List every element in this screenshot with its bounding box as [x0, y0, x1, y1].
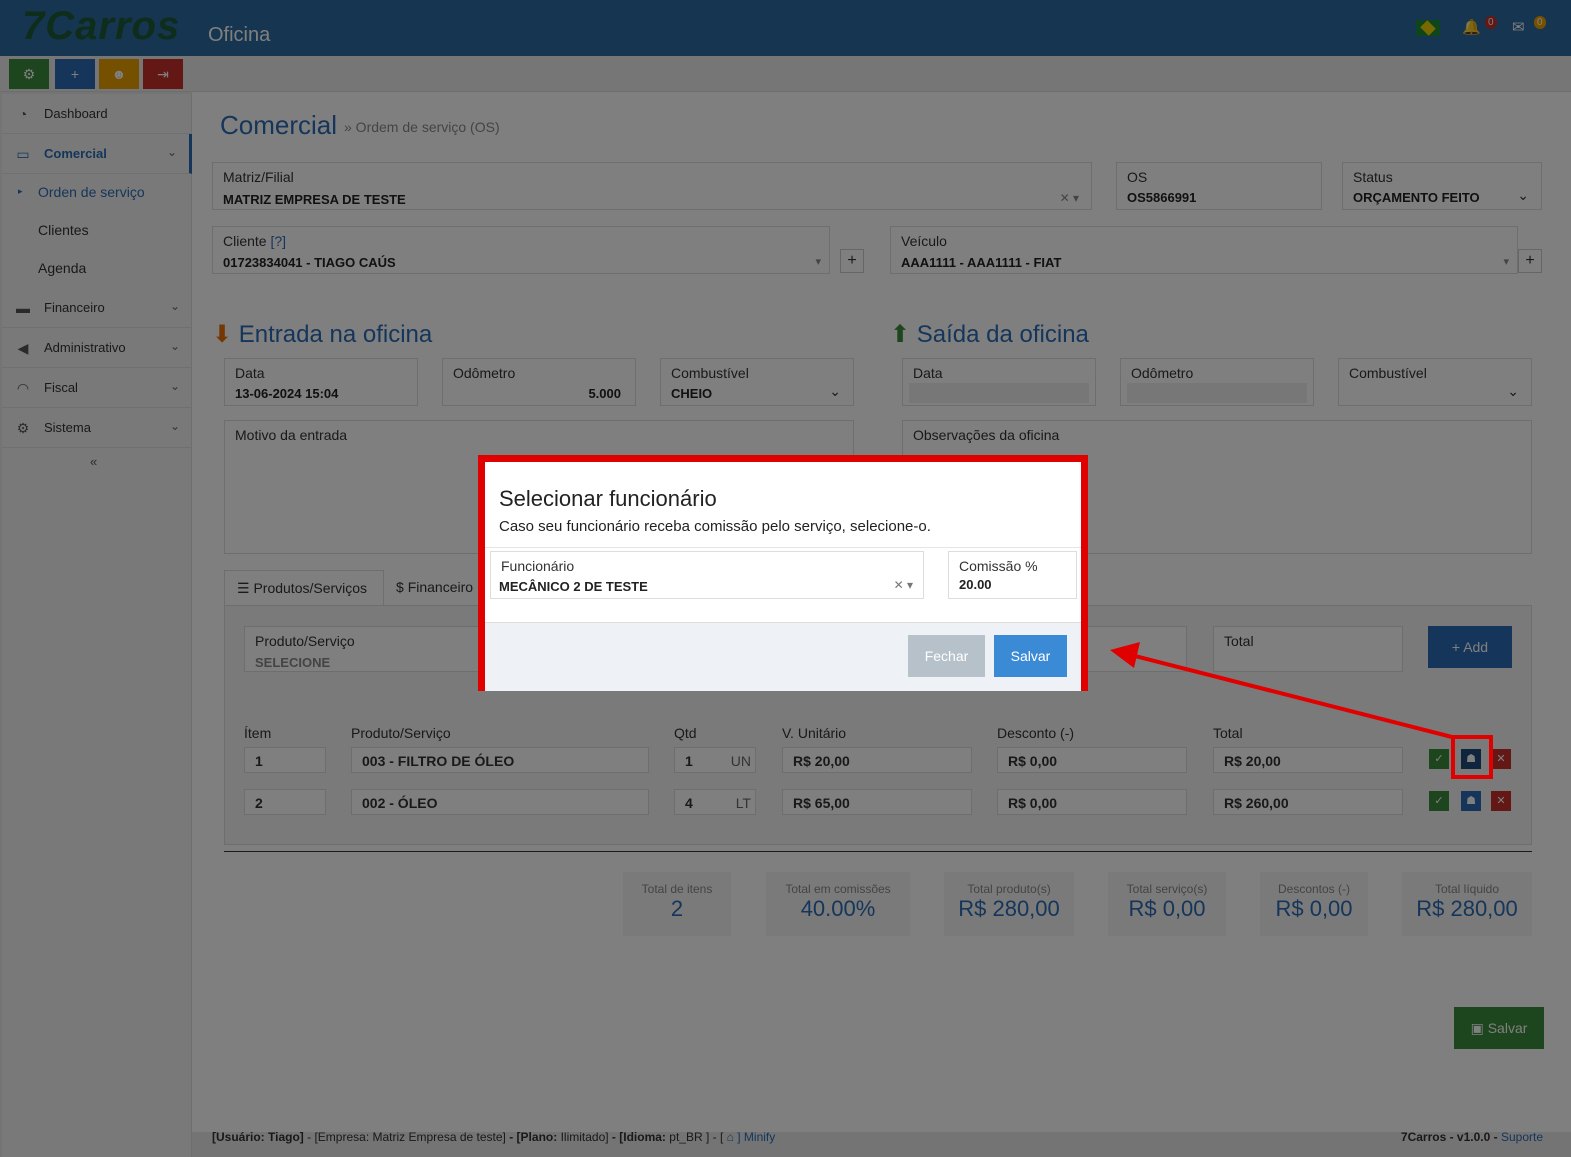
- field-label: Comissão %: [959, 558, 1038, 574]
- fechar-button[interactable]: Fechar: [908, 635, 985, 677]
- modal-footer: Fechar Salvar: [485, 622, 1081, 691]
- field-label: Funcionário: [501, 558, 575, 574]
- modal-subtitle: Caso seu funcionário receba comissão pel…: [499, 518, 931, 535]
- comissao-input[interactable]: Comissão % 20.00: [948, 551, 1077, 599]
- divider: [485, 547, 1081, 548]
- modal-title: Selecionar funcionário: [499, 486, 717, 511]
- select-employee-modal: Selecionar funcionário Caso seu funcioná…: [478, 455, 1088, 691]
- funcionario-select[interactable]: Funcionário MECÂNICO 2 DE TESTE ✕ ▾: [490, 551, 924, 599]
- clear-icon[interactable]: ✕ ▾: [894, 578, 913, 592]
- field-value: 20.00: [959, 577, 992, 592]
- salvar-button[interactable]: Salvar: [994, 635, 1067, 677]
- field-value: MECÂNICO 2 DE TESTE: [499, 579, 648, 594]
